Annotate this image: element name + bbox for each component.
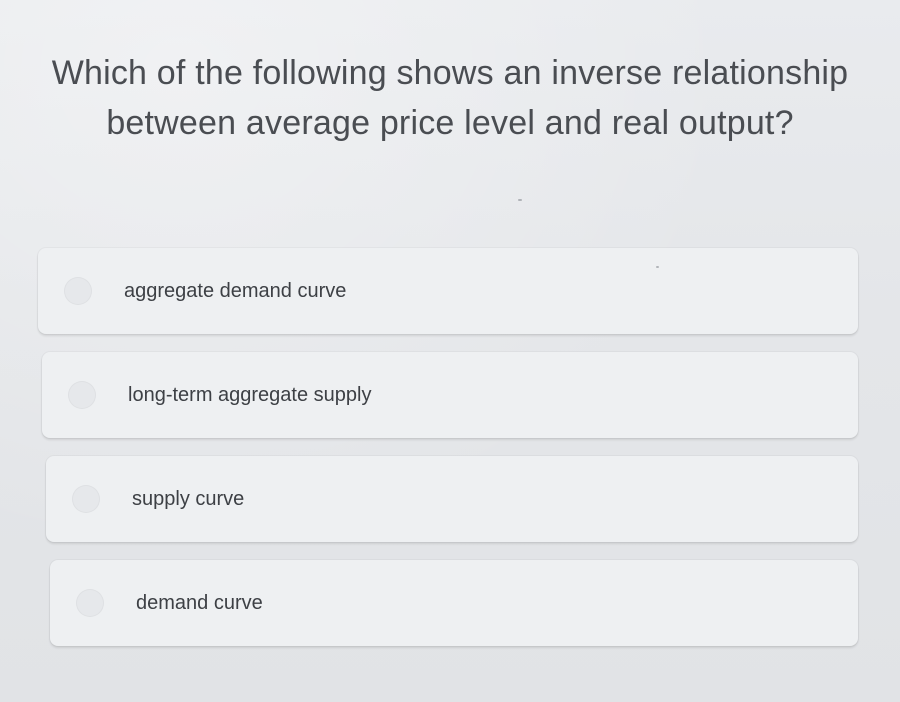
- radio-button[interactable]: [72, 485, 100, 513]
- screen-dust-speck: [656, 266, 659, 268]
- question-line-2: between average price level and real out…: [106, 104, 794, 142]
- answer-option-supply-curve[interactable]: supply curve: [46, 456, 858, 542]
- answer-option-demand-curve[interactable]: demand curve: [50, 560, 858, 646]
- radio-button[interactable]: [68, 381, 96, 409]
- screen-dust-speck: [518, 199, 522, 201]
- answer-option-label: supply curve: [132, 488, 245, 510]
- radio-button[interactable]: [76, 589, 104, 617]
- question-line-1: Which of the following shows an inverse …: [51, 54, 849, 92]
- answer-option-aggregate-demand-curve[interactable]: aggregate demand curve: [38, 248, 858, 334]
- question-text: Which of the following shows an inverse …: [0, 48, 900, 148]
- answer-option-label: aggregate demand curve: [124, 280, 347, 302]
- radio-button[interactable]: [64, 277, 92, 305]
- answer-option-label: demand curve: [136, 592, 263, 614]
- answer-option-label: long-term aggregate supply: [128, 384, 372, 406]
- answer-option-long-term-aggregate-supply[interactable]: long-term aggregate supply: [42, 352, 858, 438]
